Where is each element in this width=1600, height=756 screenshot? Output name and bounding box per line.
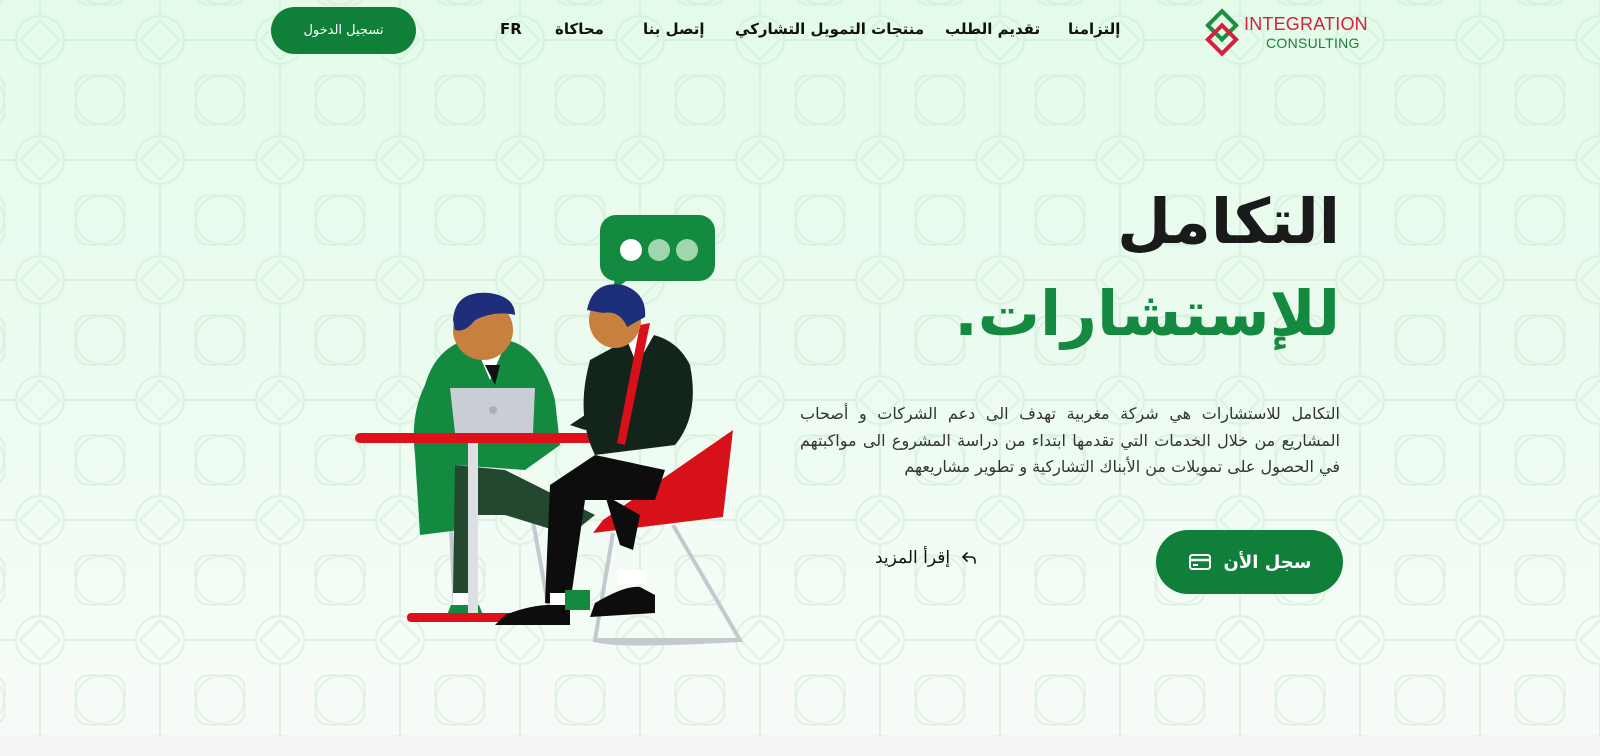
- business-meeting-illustration: [355, 215, 744, 646]
- credit-card-icon: [1188, 554, 1211, 570]
- nav-item-apply[interactable]: تقديم الطلب: [945, 20, 1040, 38]
- language-switch-fr[interactable]: FR: [500, 20, 522, 38]
- read-more-link[interactable]: إقرأ المزيد: [875, 548, 978, 568]
- hero-title-line2: للإستشارات.: [954, 277, 1340, 350]
- nav-item-financing-products[interactable]: منتجات التمويل التشاركي: [735, 20, 924, 38]
- logo-text-consulting: CONSULTING: [1266, 35, 1360, 51]
- hero-section: [0, 0, 1600, 736]
- register-now-button[interactable]: سجل الأن: [1156, 530, 1343, 594]
- hero-title-line1: التكامل: [1117, 185, 1340, 258]
- nav-item-commitment[interactable]: إلتزامنا: [1068, 20, 1120, 38]
- nav-item-contact[interactable]: إتصل بنا: [643, 20, 705, 38]
- hero-description: التكامل للاستشارات هي شركة مغربية تهدف ا…: [800, 404, 1340, 476]
- nav-item-simulation[interactable]: محاكاة: [555, 20, 604, 38]
- login-button[interactable]: تسجيل الدخول: [271, 7, 416, 54]
- background-pattern: [0, 0, 1600, 736]
- read-more-label: إقرأ المزيد: [875, 548, 951, 568]
- logo-text-integration: INTEGRATION: [1244, 14, 1368, 34]
- chat-bubble-icon: [600, 215, 715, 291]
- reply-arrow-icon: [962, 552, 976, 564]
- register-now-label: سجل الأن: [1223, 551, 1312, 573]
